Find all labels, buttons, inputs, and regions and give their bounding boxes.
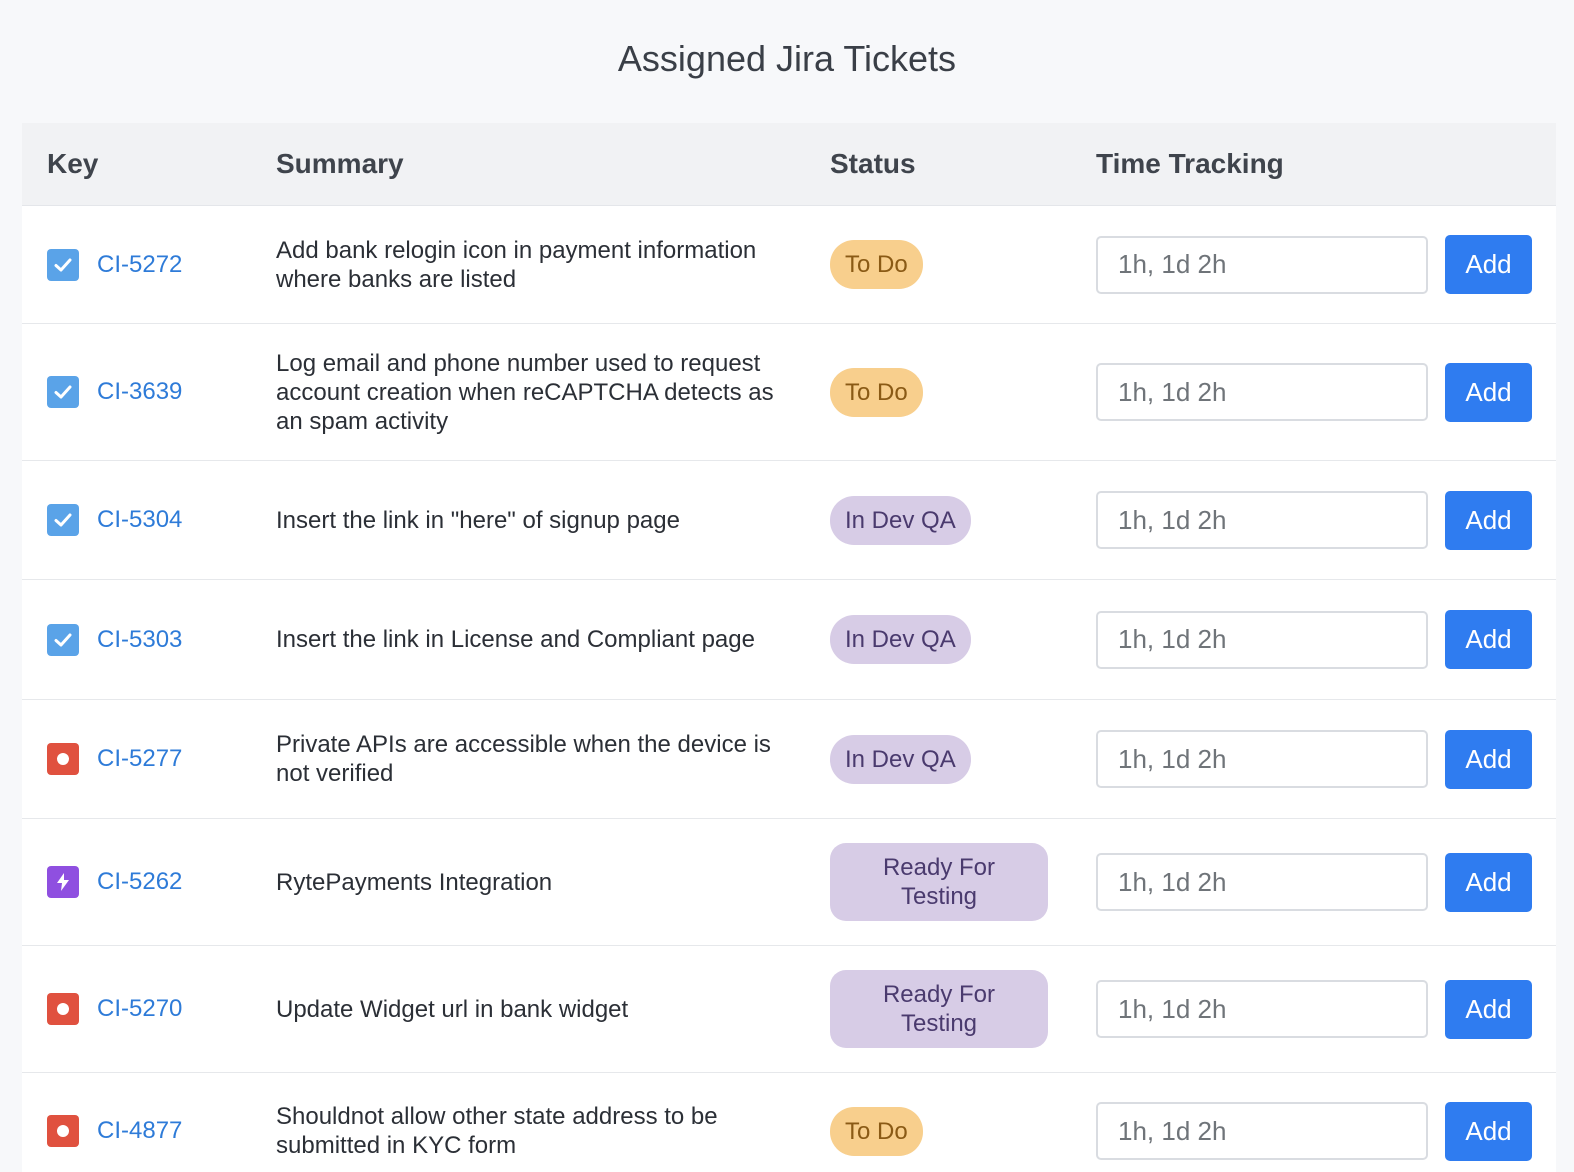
status-cell: To Do bbox=[830, 206, 1070, 323]
time-tracking-input[interactable] bbox=[1096, 491, 1428, 549]
time-tracking-cell: Add bbox=[1096, 206, 1536, 323]
summary-cell: Log email and phone number used to reque… bbox=[276, 324, 776, 460]
tickets-table: Key Summary Status Time Tracking CI-5272… bbox=[22, 123, 1556, 1172]
summary-cell: Add bank relogin icon in payment informa… bbox=[276, 206, 776, 323]
ticket-summary: Insert the link in "here" of signup page bbox=[276, 506, 680, 534]
status-cell: To Do bbox=[830, 1073, 1070, 1172]
header-time-tracking: Time Tracking bbox=[1096, 148, 1284, 179]
status-badge: To Do bbox=[830, 240, 923, 289]
ticket-summary: Shouldnot allow other state address to b… bbox=[276, 1103, 718, 1159]
checkbox-task-icon bbox=[47, 504, 79, 536]
ticket-summary: RytePayments Integration bbox=[276, 868, 553, 896]
checkbox-task-icon bbox=[47, 248, 79, 281]
ticket-key-link[interactable]: CI-5262 bbox=[97, 868, 182, 896]
status-cell: Ready For Testing bbox=[830, 946, 1070, 1072]
page: Assigned Jira Tickets Key Summary Status… bbox=[0, 0, 1574, 1172]
ticket-key-link[interactable]: CI-4877 bbox=[97, 1117, 182, 1145]
table-row: CI-3639 Log email and phone number used … bbox=[22, 324, 1556, 461]
status-badge: Ready For Testing bbox=[830, 970, 1048, 1048]
time-tracking-cell: Add bbox=[1096, 819, 1536, 945]
time-tracking-cell: Add bbox=[1096, 700, 1536, 818]
table-row: CI-5262 RytePayments Integration Ready F… bbox=[22, 819, 1556, 946]
key-cell: CI-3639 bbox=[47, 324, 267, 460]
status-badge: Ready For Testing bbox=[830, 843, 1048, 921]
bug-icon bbox=[47, 743, 79, 775]
status-cell: In Dev QA bbox=[830, 580, 1070, 699]
add-time-button[interactable]: Add bbox=[1445, 1101, 1532, 1161]
time-tracking-input[interactable] bbox=[1096, 980, 1428, 1038]
table-header: Key Summary Status Time Tracking bbox=[22, 123, 1556, 206]
add-time-button[interactable]: Add bbox=[1445, 979, 1532, 1039]
ticket-summary: Private APIs are accessible when the dev… bbox=[276, 731, 771, 787]
ticket-summary: Log email and phone number used to reque… bbox=[276, 349, 774, 435]
summary-cell: Shouldnot allow other state address to b… bbox=[276, 1073, 776, 1172]
time-tracking-input[interactable] bbox=[1096, 235, 1428, 294]
status-cell: To Do bbox=[830, 324, 1070, 460]
time-tracking-cell: Add bbox=[1096, 324, 1536, 460]
ticket-key-link[interactable]: CI-3639 bbox=[97, 378, 182, 406]
time-tracking-cell: Add bbox=[1096, 461, 1536, 579]
status-badge: To Do bbox=[830, 1106, 923, 1156]
key-cell: CI-4877 bbox=[47, 1073, 267, 1172]
add-time-button[interactable]: Add bbox=[1445, 362, 1532, 422]
ticket-key-link[interactable]: CI-5272 bbox=[97, 251, 182, 279]
table-row: CI-4877 Shouldnot allow other state addr… bbox=[22, 1073, 1556, 1172]
time-tracking-input[interactable] bbox=[1096, 610, 1428, 669]
page-title: Assigned Jira Tickets bbox=[617, 38, 957, 79]
status-cell: Ready For Testing bbox=[830, 819, 1070, 945]
table-row: CI-5303 Insert the link in License and C… bbox=[22, 580, 1556, 700]
checkbox-task-icon bbox=[47, 623, 79, 656]
summary-cell: RytePayments Integration bbox=[276, 819, 776, 945]
table-row: CI-5304 Insert the link in "here" of sig… bbox=[22, 461, 1556, 580]
time-tracking-input[interactable] bbox=[1096, 363, 1428, 421]
ticket-key-link[interactable]: CI-5270 bbox=[97, 995, 182, 1023]
key-cell: CI-5270 bbox=[47, 946, 267, 1072]
key-cell: CI-5304 bbox=[47, 461, 267, 579]
key-cell: CI-5303 bbox=[47, 580, 267, 699]
ticket-key-link[interactable]: CI-5277 bbox=[97, 745, 182, 773]
status-badge: To Do bbox=[830, 367, 923, 417]
time-tracking-input[interactable] bbox=[1096, 730, 1428, 788]
header-status: Status bbox=[830, 148, 916, 179]
key-cell: CI-5262 bbox=[47, 819, 267, 945]
status-badge: In Dev QA bbox=[830, 734, 971, 784]
time-tracking-cell: Add bbox=[1096, 580, 1536, 699]
time-tracking-cell: Add bbox=[1096, 946, 1536, 1072]
summary-cell: Insert the link in "here" of signup page bbox=[276, 461, 776, 579]
bug-icon bbox=[47, 993, 79, 1025]
status-badge: In Dev QA bbox=[830, 615, 971, 664]
ticket-summary: Add bank relogin icon in payment informa… bbox=[276, 236, 757, 293]
add-time-button[interactable]: Add bbox=[1445, 490, 1532, 550]
time-tracking-input[interactable] bbox=[1096, 1102, 1428, 1160]
table-row: CI-5277 Private APIs are accessible when… bbox=[22, 700, 1556, 819]
ticket-summary: Insert the link in License and Compliant… bbox=[276, 626, 755, 653]
status-badge: In Dev QA bbox=[830, 495, 971, 545]
summary-cell: Update Widget url in bank widget bbox=[276, 946, 776, 1072]
time-tracking-cell: Add bbox=[1096, 1073, 1536, 1172]
status-cell: In Dev QA bbox=[830, 461, 1070, 579]
checkbox-task-icon bbox=[47, 376, 79, 408]
summary-cell: Private APIs are accessible when the dev… bbox=[276, 700, 776, 818]
add-time-button[interactable]: Add bbox=[1445, 852, 1532, 912]
table-row: CI-5272 Add bank relogin icon in payment… bbox=[22, 206, 1556, 324]
time-tracking-input[interactable] bbox=[1096, 853, 1428, 911]
add-time-button[interactable]: Add bbox=[1445, 235, 1532, 294]
status-cell: In Dev QA bbox=[830, 700, 1070, 818]
ticket-summary: Update Widget url in bank widget bbox=[276, 995, 629, 1023]
key-cell: CI-5277 bbox=[47, 700, 267, 818]
header-summary: Summary bbox=[276, 148, 404, 179]
key-cell: CI-5272 bbox=[47, 206, 267, 323]
lightning-story-icon bbox=[47, 866, 79, 898]
summary-cell: Insert the link in License and Compliant… bbox=[276, 580, 776, 699]
table-row: CI-5270 Update Widget url in bank widget… bbox=[22, 946, 1556, 1073]
ticket-key-link[interactable]: CI-5304 bbox=[97, 506, 182, 534]
bug-icon bbox=[47, 1115, 79, 1147]
header-key: Key bbox=[47, 148, 99, 179]
add-time-button[interactable]: Add bbox=[1445, 729, 1532, 789]
add-time-button[interactable]: Add bbox=[1445, 610, 1532, 669]
ticket-key-link[interactable]: CI-5303 bbox=[97, 626, 182, 654]
